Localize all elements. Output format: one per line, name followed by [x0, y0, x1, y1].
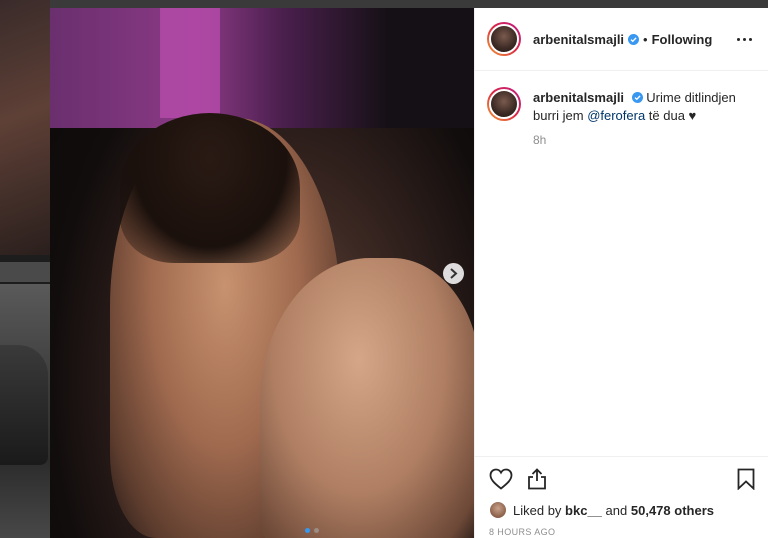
background-feed-image-1: [0, 0, 50, 255]
liker-username[interactable]: bkc__: [565, 503, 602, 518]
post-side-panel: arbenitalsmajli • Following arbenitalsma…: [474, 8, 768, 538]
photo-figure-right: [260, 258, 474, 538]
carousel-dot-active: [305, 528, 310, 533]
background-car-shape: [0, 345, 48, 465]
photo-background-wall: [50, 8, 474, 128]
background-feed-divider: [0, 262, 50, 282]
post-caption: arbenitalsmajli Urime ditlindjen burri j…: [475, 71, 768, 125]
liker-avatar[interactable]: [489, 501, 507, 519]
bookmark-icon[interactable]: [737, 468, 755, 490]
author-avatar[interactable]: [487, 22, 521, 56]
verified-badge-icon: [631, 92, 643, 103]
caption-time: 8h: [533, 133, 547, 147]
carousel-indicator: [305, 528, 319, 533]
likes-count-link[interactable]: 50,478 others: [631, 503, 714, 518]
likes-prefix: Liked by: [513, 502, 562, 518]
background-feed-top: [50, 0, 768, 8]
share-icon[interactable]: [527, 468, 547, 490]
caption-body-end: të dua ♥: [645, 108, 697, 123]
post-photo[interactable]: [50, 8, 474, 538]
caption-mention-link[interactable]: @ferofera: [587, 108, 645, 123]
caption-author-avatar[interactable]: [487, 87, 521, 121]
likes-middle: and: [605, 502, 628, 518]
following-button[interactable]: Following: [652, 32, 713, 47]
photo-background-pillar: [160, 8, 220, 118]
action-bar: [489, 467, 755, 491]
post-timestamp: 8 HOURS AGO: [489, 527, 556, 537]
more-options-icon[interactable]: [733, 34, 756, 45]
author-username[interactable]: arbenitalsmajli: [533, 32, 624, 47]
likes-summary: Liked by bkc__ and 50,478 others: [489, 501, 755, 519]
carousel-dot: [314, 528, 319, 533]
caption-username[interactable]: arbenitalsmajli: [533, 90, 624, 105]
photo-figure-hair: [120, 113, 300, 263]
background-feed-left: [0, 0, 50, 538]
post-header: arbenitalsmajli • Following: [475, 8, 768, 71]
follow-separator: •: [643, 31, 648, 47]
verified-badge-icon: [628, 33, 640, 45]
chevron-right-icon: [450, 268, 458, 279]
carousel-next-button[interactable]: [443, 263, 464, 284]
post-actions: Liked by bkc__ and 50,478 others 8 HOURS…: [475, 456, 768, 538]
caption-text: arbenitalsmajli Urime ditlindjen burri j…: [533, 87, 753, 125]
heart-icon[interactable]: [489, 468, 513, 490]
